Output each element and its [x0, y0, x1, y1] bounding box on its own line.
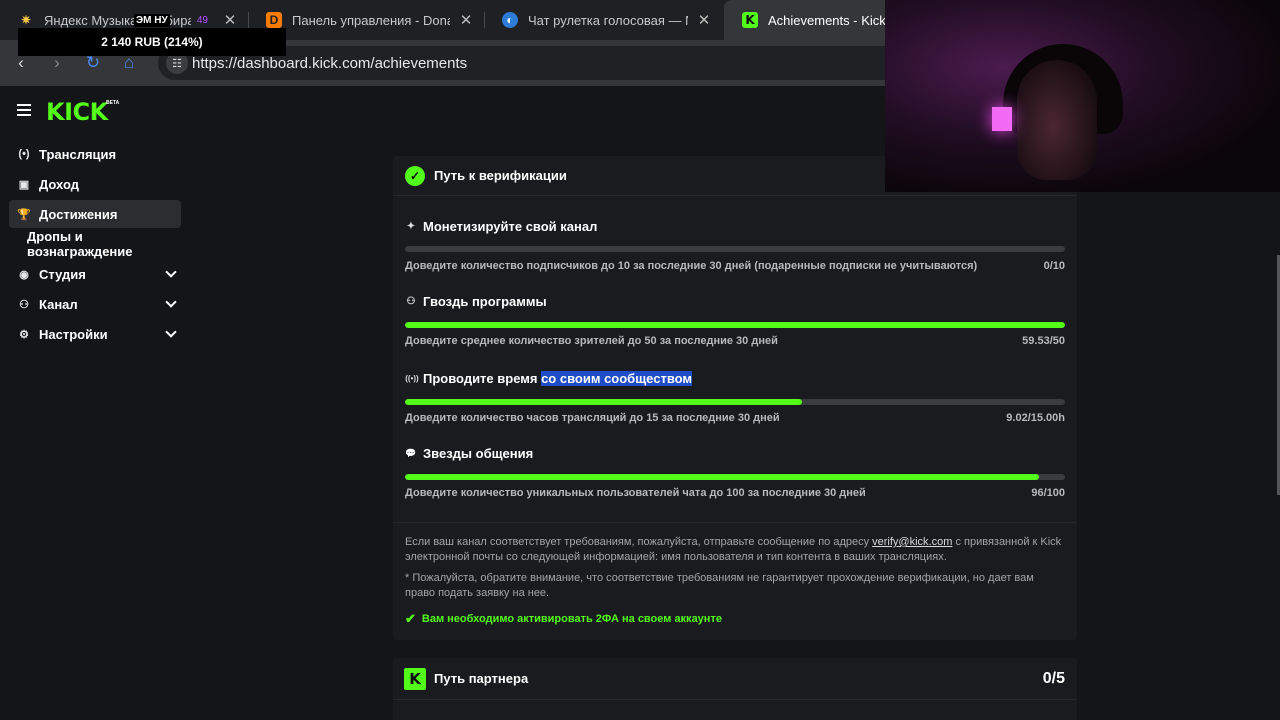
- partner-title: Путь партнера: [434, 671, 529, 686]
- beta-label: BETA: [106, 100, 120, 106]
- kick-icon: K: [742, 12, 758, 28]
- sidebar-item-0[interactable]: (•) Трансляция: [9, 140, 181, 168]
- verification-footer: Если ваш канал соответствует требованиям…: [393, 522, 1077, 639]
- studio-icon: ◉: [19, 268, 29, 281]
- url-text: https://dashboard.kick.com/achievements: [192, 54, 468, 72]
- browser-tab-nekto[interactable]: ◐ Чат рулетка голосовая — Nek ✕: [484, 0, 722, 40]
- sidebar-item-label: Студия: [39, 266, 86, 282]
- partner-count: 0/5: [1042, 670, 1065, 687]
- chevron-down-icon[interactable]: [165, 296, 177, 308]
- webcam-person: [1017, 60, 1097, 180]
- sidebar-item-label: Настройки: [39, 326, 108, 342]
- sidebar-item-3[interactable]: Дропы и вознаграждение: [9, 229, 181, 259]
- sidebar-item-label: Дропы и вознаграждение: [27, 229, 133, 259]
- requirement-title-text: Проводите время: [423, 370, 542, 386]
- verification-note: * Пожалуйста, обратите внимание, что соо…: [405, 572, 1034, 599]
- progress-bar: [405, 399, 1065, 405]
- yandex-music-icon: ✷: [20, 13, 32, 27]
- twofa-text: Вам необходимо активировать 2ФА на своем…: [421, 613, 722, 625]
- progress-bar: [405, 246, 1065, 252]
- gear-icon: ⚙: [19, 328, 29, 341]
- twofa-requirement: ✔ Вам необходимо активировать 2ФА на сво…: [405, 611, 1065, 627]
- verify-email-link[interactable]: verify@kick.com: [872, 536, 952, 548]
- sidebar-item-5[interactable]: ⚇ Канал: [9, 290, 181, 318]
- chat-icon: 💬: [405, 447, 417, 458]
- requirement-title-text: Монетизируйте свой канал: [423, 218, 598, 234]
- nekto-icon: ◐: [502, 12, 518, 28]
- broadcast-icon: (•): [18, 148, 30, 160]
- audio-badge: 49: [196, 14, 208, 26]
- verification-instructions: Если ваш канал соответствует требованиям…: [405, 535, 1065, 565]
- kick-logo[interactable]: KICK: [46, 98, 108, 126]
- instructions-text: Если ваш канал соответствует требованиям…: [405, 536, 873, 548]
- channel-icon: ⚇: [19, 298, 29, 311]
- webcam-overlay: [885, 0, 1280, 192]
- requirement-value: 59.53/50: [1022, 335, 1065, 347]
- progress-fill: [405, 474, 1039, 480]
- close-icon[interactable]: ✕: [222, 11, 238, 29]
- kick-badge-icon: K: [404, 667, 426, 690]
- requirement-viewers: ⚇ Гвоздь программы Доведите среднее коли…: [405, 293, 1065, 347]
- chevron-down-icon[interactable]: [165, 266, 177, 278]
- progress-fill: [405, 399, 802, 405]
- partner-card: K Путь партнера 0/5: [393, 658, 1077, 720]
- trophy-icon: 🏆: [17, 208, 31, 221]
- webcam-light: [992, 107, 1012, 131]
- sidebar-item-4[interactable]: ◉ Студия: [9, 260, 181, 288]
- requirement-title-text: Гвоздь программы: [423, 293, 547, 309]
- sidebar-item-label: Достижения: [39, 206, 118, 222]
- sidebar-item-label: Трансляция: [39, 146, 117, 162]
- sidebar-item-label: Доход: [39, 176, 79, 192]
- requirement-title: ((•)) Проводите время со своим сообществ…: [405, 370, 1065, 386]
- verification-title: Путь к верификации: [434, 168, 567, 183]
- sidebar-item-1[interactable]: ▣ Доход: [9, 170, 181, 198]
- broadcast-icon: ((•)): [405, 373, 419, 383]
- requirement-chat-stars: 💬 Звезды общения Доведите количество уни…: [405, 445, 1065, 499]
- verified-badge-icon: ✓: [405, 165, 425, 186]
- income-icon: ▣: [18, 178, 30, 191]
- close-icon[interactable]: ✕: [458, 11, 474, 29]
- sidebar-item-6[interactable]: ⚙ Настройки: [9, 320, 181, 348]
- screen: ✷ Яндекс Музыка - Собираем 49 ✕ D Панель…: [0, 0, 1280, 720]
- sparkle-icon: ✦: [406, 220, 416, 232]
- progress-fill: [405, 322, 1065, 328]
- check-icon: ✔: [405, 611, 416, 626]
- tab-title: Панель управления - Donation: [292, 12, 450, 28]
- requirement-title: ⚇ Гвоздь программы: [405, 293, 1065, 309]
- sidebar: (•) Трансляция ▣ Доход 🏆 Достижения Дропы и во…: [0, 140, 190, 350]
- requirement-value: 9.02/15.00h: [1006, 412, 1065, 424]
- requirement-title-text: Звезды общения: [423, 445, 534, 461]
- partner-header[interactable]: K Путь партнера 0/5: [393, 658, 1077, 700]
- sidebar-item-2[interactable]: 🏆 Достижения: [9, 200, 181, 228]
- menu-icon[interactable]: [17, 104, 31, 116]
- donation-goal-overlay: 2 140 RUB (214%): [18, 28, 286, 56]
- requirement-description: Доведите количество уникальных пользоват…: [405, 487, 866, 499]
- chevron-down-icon[interactable]: [165, 326, 177, 338]
- requirement-description: Доведите количество подписчиков до 10 за…: [405, 260, 978, 272]
- tab-title: Чат рулетка голосовая — Nek: [528, 12, 688, 28]
- requirement-description: Доведите среднее количество зрителей до …: [405, 335, 778, 347]
- requirement-monetize: ✦ Монетизируйте свой канал Доведите коли…: [405, 218, 1065, 272]
- requirement-value: 0/10: [1043, 260, 1065, 272]
- verification-card: ✓ Путь к верификации ✦ Монетизируйте сво…: [393, 156, 1077, 640]
- viewers-icon: ⚇: [406, 295, 416, 307]
- requirement-stream-hours: ((•)) Проводите время со своим сообществ…: [405, 370, 1065, 424]
- sidebar-item-label: Канал: [39, 296, 78, 312]
- close-icon[interactable]: ✕: [696, 11, 712, 29]
- requirement-title: 💬 Звезды общения: [405, 445, 1065, 461]
- requirement-title: ✦ Монетизируйте свой канал: [405, 218, 1065, 234]
- requirement-value: 96/100: [1031, 487, 1065, 499]
- donation-goal-text: 2 140 RUB (214%): [101, 35, 203, 49]
- progress-bar: [405, 322, 1065, 328]
- requirement-description: Доведите количество часов трансляций до …: [405, 412, 780, 424]
- selected-text: со своим сообществом: [541, 370, 693, 386]
- donationalerts-icon: D: [266, 12, 282, 28]
- overlay-label: ЭМ НУ: [134, 14, 170, 27]
- progress-bar: [405, 474, 1065, 480]
